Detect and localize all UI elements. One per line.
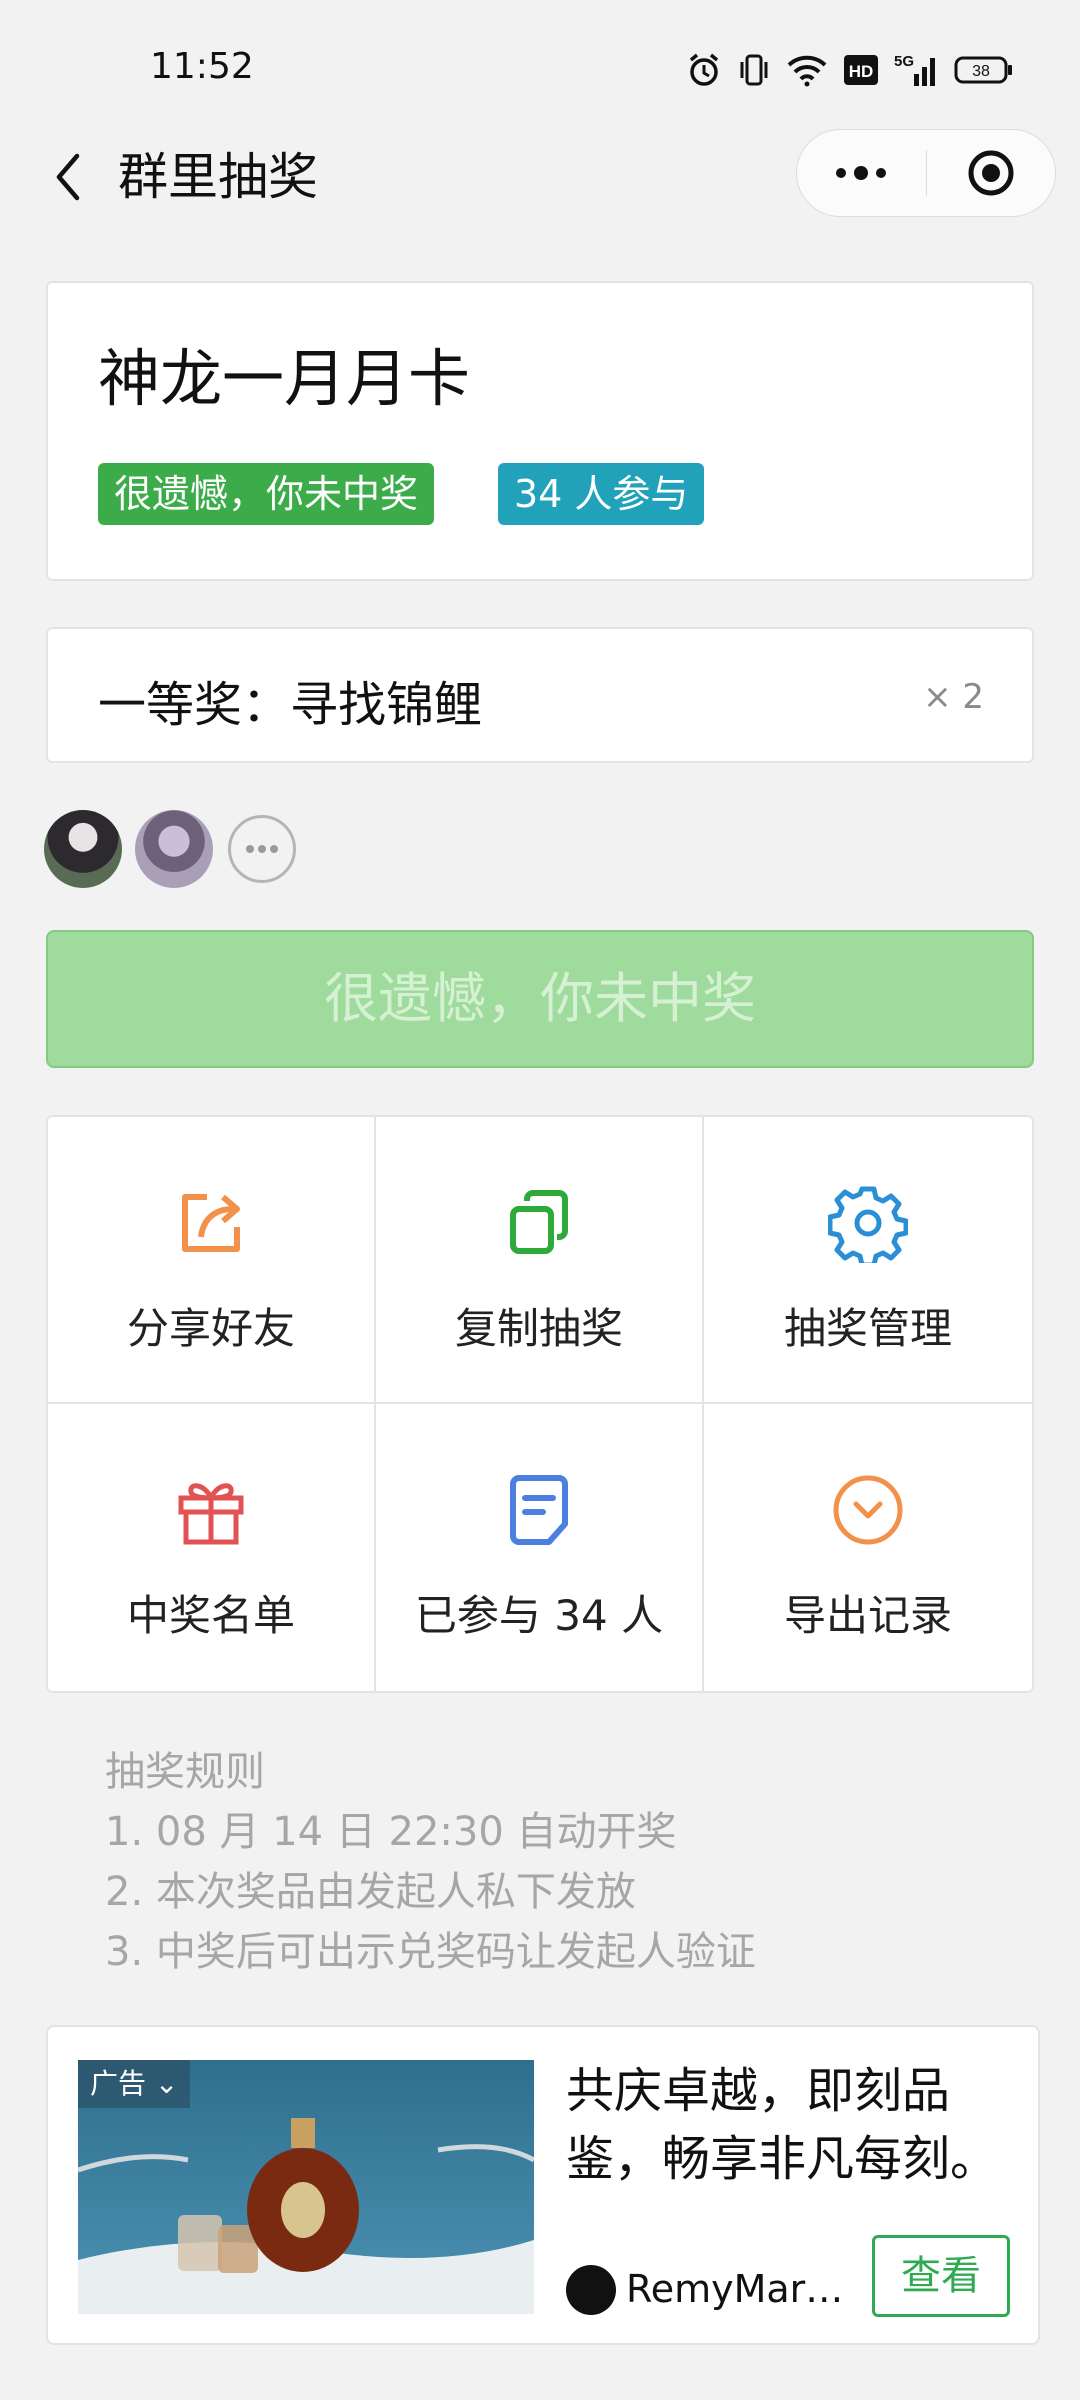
status-bar: 11:52 HD 5G 38 [0, 0, 1080, 125]
action-grid: 分享好友 复制抽奖 抽奖管理 中奖名单 已参与 34 人 导出记录 [46, 1115, 1034, 1693]
svg-text:HD: HD [849, 62, 874, 81]
chevron-down-icon: ⌄ [146, 2067, 179, 2100]
page-title: 群里抽奖 [118, 148, 318, 206]
document-icon [510, 1475, 568, 1545]
prize-quantity: × 2 [923, 677, 984, 717]
more-participants-button[interactable] [228, 815, 296, 883]
action-label: 已参与 34 人 [414, 1591, 664, 1640]
ad-badge[interactable]: 广告 ⌄ [78, 2060, 191, 2108]
back-arrow-icon [56, 153, 80, 201]
lottery-info-card: 神龙一月月卡 很遗憾，你未中奖 34 人参与 [46, 281, 1034, 581]
copy-lottery-button[interactable]: 复制抽奖 [376, 1117, 704, 1404]
status-icons: HD 5G 38 [686, 52, 1014, 88]
back-button[interactable] [38, 145, 98, 209]
gift-icon [178, 1483, 244, 1545]
prize-title: 神龙一月月卡 [98, 342, 471, 415]
lottery-management-button[interactable]: 抽奖管理 [704, 1117, 1032, 1404]
wifi-icon [786, 53, 828, 87]
vibrate-icon [738, 52, 770, 88]
ad-headline: 共庆卓越，即刻品鉴，畅享非凡每刻。 [566, 2063, 999, 2187]
status-time: 11:52 [150, 46, 254, 87]
action-label: 中奖名单 [126, 1591, 295, 1640]
export-records-button[interactable]: 导出记录 [704, 1404, 1032, 1691]
rule-item: 3. 中奖后可出示兑奖码让发起人验证 [105, 1929, 756, 1975]
action-label: 分享好友 [126, 1304, 295, 1353]
avatar[interactable] [135, 810, 213, 888]
share-friends-button[interactable]: 分享好友 [48, 1117, 376, 1404]
action-label: 复制抽奖 [454, 1304, 623, 1353]
target-icon [968, 150, 1014, 196]
avatar[interactable] [44, 810, 122, 888]
more-button[interactable] [797, 129, 926, 217]
rule-item: 2. 本次奖品由发起人私下发放 [105, 1869, 636, 1915]
ad-badge-label: 广告 [90, 2067, 147, 2100]
hd-icon: HD [844, 55, 878, 85]
participants-list-button[interactable]: 已参与 34 人 [376, 1404, 704, 1691]
ad-brand-name: RemyMartin... [626, 2267, 856, 2311]
ad-view-button[interactable]: 查看 [872, 2235, 1010, 2317]
share-icon [182, 1194, 240, 1252]
more-dots-icon [836, 166, 887, 180]
more-dots-icon [246, 845, 278, 853]
result-button[interactable]: 很遗憾，你未中奖 [46, 930, 1034, 1068]
winners-list-button[interactable]: 中奖名单 [48, 1404, 376, 1691]
mini-program-capsule [796, 129, 1056, 217]
rule-item: 1. 08 月 14 日 22:30 自动开奖 [105, 1809, 677, 1855]
svg-text:5G: 5G [894, 53, 914, 70]
prize-level-card: 一等奖：寻找锦鲤 × 2 [46, 627, 1034, 763]
5g-signal-icon: 5G [894, 52, 938, 88]
close-miniprogram-button[interactable] [927, 129, 1056, 217]
prize-level-label: 一等奖：寻找锦鲤 [98, 677, 483, 733]
ad-image[interactable]: 广告 ⌄ [78, 2060, 534, 2314]
gear-icon [828, 1186, 908, 1263]
battery-icon: 38 [954, 55, 1014, 85]
participant-avatars [44, 810, 296, 888]
download-circle-icon [833, 1475, 903, 1545]
action-label: 导出记录 [783, 1591, 952, 1640]
battery-level: 38 [972, 63, 990, 80]
rules-title: 抽奖规则 [105, 1749, 265, 1795]
brand-logo [566, 2265, 616, 2315]
lottery-rules: 抽奖规则 1. 08 月 14 日 22:30 自动开奖 2. 本次奖品由发起人… [105, 1742, 756, 1982]
ad-card[interactable]: 广告 ⌄ 共庆卓越，即刻品鉴，畅享非凡每刻。 RemyMartin... 查看 [46, 2025, 1040, 2345]
copy-icon [510, 1190, 568, 1254]
action-label: 抽奖管理 [783, 1304, 952, 1353]
alarm-icon [686, 52, 722, 88]
result-badge: 很遗憾，你未中奖 [98, 463, 435, 525]
participants-badge: 34 人参与 [498, 463, 705, 525]
nav-bar: 群里抽奖 [0, 125, 1080, 235]
